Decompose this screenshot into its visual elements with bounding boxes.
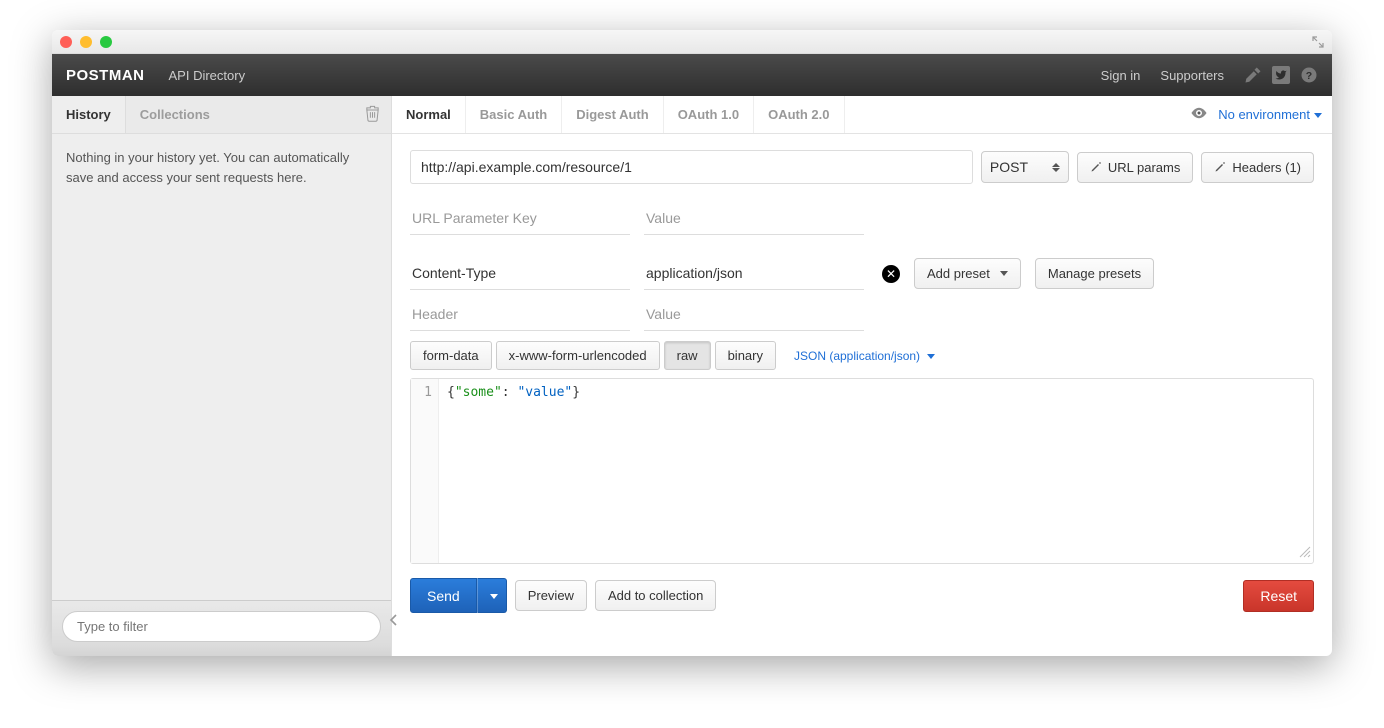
sidebar: History Collections Nothing in your hist…	[52, 96, 392, 656]
body-tab-raw[interactable]: raw	[664, 341, 711, 370]
brand-logo: POSTMAN	[66, 67, 145, 84]
remove-header-icon[interactable]: ✕	[882, 265, 900, 283]
environment-selector[interactable]: No environment	[1218, 107, 1322, 122]
add-to-collection-button[interactable]: Add to collection	[595, 580, 716, 611]
send-dropdown-button[interactable]	[477, 578, 507, 613]
api-directory-link[interactable]: API Directory	[169, 68, 246, 83]
action-row: Send Preview Add to collection Reset	[392, 564, 1332, 629]
header-key-input[interactable]	[410, 257, 630, 290]
auth-tab-oauth1[interactable]: OAuth 1.0	[664, 96, 754, 133]
header-key-input-empty[interactable]	[410, 298, 630, 331]
url-input[interactable]	[410, 150, 973, 184]
edit-icon	[1214, 161, 1226, 173]
url-params-button[interactable]: URL params	[1077, 152, 1193, 183]
zoom-window-button[interactable]	[100, 36, 112, 48]
auth-tab-normal[interactable]: Normal	[392, 96, 466, 133]
url-params-section	[410, 202, 1314, 235]
body-tab-binary[interactable]: binary	[715, 341, 776, 370]
body-tabs: form-data x-www-form-urlencoded raw bina…	[410, 341, 1314, 370]
header-value-input[interactable]	[644, 257, 864, 290]
window-titlebar	[52, 30, 1332, 54]
resize-handle-icon[interactable]	[1299, 546, 1311, 561]
traffic-lights	[60, 36, 112, 48]
add-preset-label: Add preset	[927, 266, 990, 281]
editor-gutter: 1	[411, 379, 439, 563]
top-bar: POSTMAN API Directory Sign in Supporters…	[52, 54, 1332, 96]
auth-tab-basic[interactable]: Basic Auth	[466, 96, 562, 133]
eye-icon[interactable]	[1190, 106, 1208, 123]
trash-icon[interactable]	[364, 104, 381, 126]
body-content-type-label: JSON (application/json)	[794, 349, 920, 363]
url-param-value-input[interactable]	[644, 202, 864, 235]
body-tab-urlencoded[interactable]: x-www-form-urlencoded	[496, 341, 660, 370]
expand-icon[interactable]	[1312, 36, 1324, 48]
reset-button[interactable]: Reset	[1243, 580, 1314, 612]
method-select[interactable]: POST	[981, 151, 1069, 183]
headers-section: ✕ Add preset Manage presets	[410, 257, 1314, 331]
auth-tabs: Normal Basic Auth Digest Auth OAuth 1.0 …	[392, 96, 1332, 134]
add-preset-button[interactable]: Add preset	[914, 258, 1021, 289]
close-window-button[interactable]	[60, 36, 72, 48]
preview-button[interactable]: Preview	[515, 580, 587, 611]
twitter-icon[interactable]	[1272, 66, 1290, 84]
auth-tab-digest[interactable]: Digest Auth	[562, 96, 663, 133]
filter-input[interactable]	[62, 611, 381, 642]
manage-presets-label: Manage presets	[1048, 266, 1141, 281]
header-value-input-empty[interactable]	[644, 298, 864, 331]
supporters-link[interactable]: Supporters	[1160, 68, 1224, 83]
help-icon[interactable]: ?	[1300, 66, 1318, 84]
collapse-sidebar-icon[interactable]	[389, 613, 399, 630]
minimize-window-button[interactable]	[80, 36, 92, 48]
app-window: POSTMAN API Directory Sign in Supporters…	[52, 30, 1332, 656]
body-content-type-selector[interactable]: JSON (application/json)	[794, 349, 935, 363]
settings-icon[interactable]	[1244, 66, 1262, 84]
headers-label: Headers (1)	[1232, 160, 1301, 175]
auth-tab-oauth2[interactable]: OAuth 2.0	[754, 96, 844, 133]
edit-icon	[1090, 161, 1102, 173]
method-value: POST	[990, 159, 1028, 175]
main-area: History Collections Nothing in your hist…	[52, 96, 1332, 656]
environment-label: No environment	[1218, 107, 1310, 122]
url-params-label: URL params	[1108, 160, 1180, 175]
url-param-key-input[interactable]	[410, 202, 630, 235]
editor-code[interactable]: {"some": "value"}	[439, 379, 1313, 563]
sidebar-filter-area	[52, 600, 391, 656]
headers-button[interactable]: Headers (1)	[1201, 152, 1314, 183]
line-number: 1	[411, 385, 432, 400]
sidebar-tabs: History Collections	[52, 96, 391, 134]
tab-collections[interactable]: Collections	[126, 96, 224, 133]
body-tab-form-data[interactable]: form-data	[410, 341, 492, 370]
content-area: Normal Basic Auth Digest Auth OAuth 1.0 …	[392, 96, 1332, 656]
sidebar-empty-message: Nothing in your history yet. You can aut…	[52, 134, 391, 600]
send-button[interactable]: Send	[410, 578, 477, 613]
url-row: POST URL params Headers (1)	[410, 150, 1314, 184]
svg-text:?: ?	[1306, 70, 1312, 82]
tab-history[interactable]: History	[52, 96, 126, 133]
sign-in-link[interactable]: Sign in	[1101, 68, 1141, 83]
manage-presets-button[interactable]: Manage presets	[1035, 258, 1154, 289]
body-editor[interactable]: 1 {"some": "value"}	[410, 378, 1314, 564]
